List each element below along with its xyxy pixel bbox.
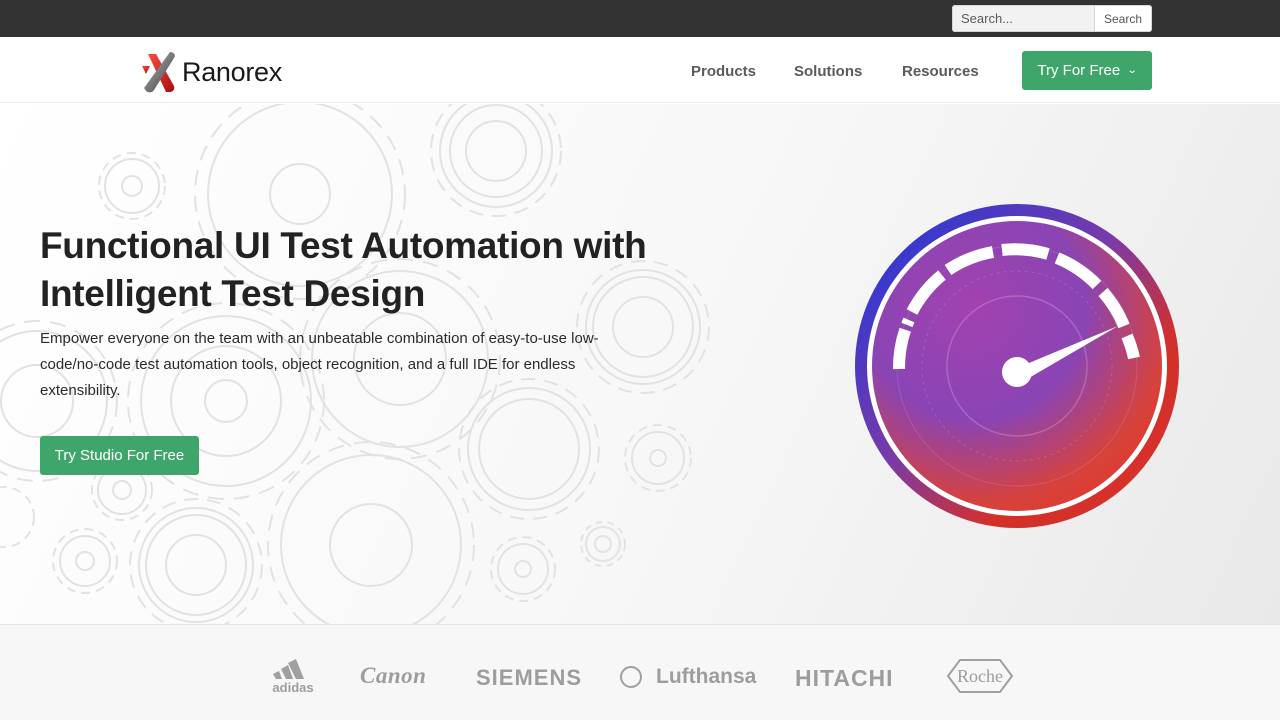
- top-search-bar: Search: [0, 0, 1280, 37]
- nav-item-products[interactable]: Products: [691, 63, 756, 80]
- main-navbar: Ranorex Products Solutions Resources Try…: [0, 37, 1280, 103]
- search-form: Search: [952, 5, 1152, 32]
- try-for-free-label: Try For Free: [1037, 62, 1121, 79]
- lufthansa-logo-text: Lufthansa: [656, 665, 757, 688]
- ranorex-logo-mark-icon: [142, 52, 175, 93]
- search-button[interactable]: Search: [1094, 5, 1152, 32]
- hero-title: Functional UI Test Automation with Intel…: [40, 225, 647, 314]
- adidas-logo: adidas: [266, 659, 320, 695]
- try-for-free-button[interactable]: Try For Free ⌄: [1022, 51, 1152, 90]
- nav-item-solutions[interactable]: Solutions: [794, 63, 862, 80]
- customer-logos-strip: adidas Canon SIEMENS Lufthansa HITACHI R…: [0, 624, 1280, 720]
- speedometer-gauge-icon: [855, 204, 1179, 528]
- hero-section: Functional UI Test Automation with Intel…: [0, 104, 1280, 624]
- ranorex-logo[interactable]: Ranorex: [140, 50, 282, 94]
- chevron-down-icon: ⌄: [1126, 65, 1138, 76]
- hitachi-logo: HITACHI: [795, 665, 894, 691]
- try-studio-for-free-button[interactable]: Try Studio For Free: [40, 436, 199, 475]
- hero-subtitle: Empower everyone on the team with an unb…: [40, 330, 599, 399]
- nav-item-resources[interactable]: Resources: [902, 63, 979, 80]
- adidas-logo-text: adidas: [272, 680, 314, 695]
- roche-logo-text: Roche: [957, 665, 1003, 686]
- lufthansa-logo: Lufthansa: [620, 665, 756, 689]
- adidas-stripes-icon: [273, 659, 304, 679]
- search-input[interactable]: [952, 5, 1094, 32]
- canon-logo: Canon: [360, 663, 427, 688]
- siemens-logo: SIEMENS: [476, 665, 583, 690]
- roche-logo: Roche: [946, 658, 1014, 694]
- brand-name: Ranorex: [182, 56, 282, 87]
- lufthansa-crane-icon: [620, 666, 642, 688]
